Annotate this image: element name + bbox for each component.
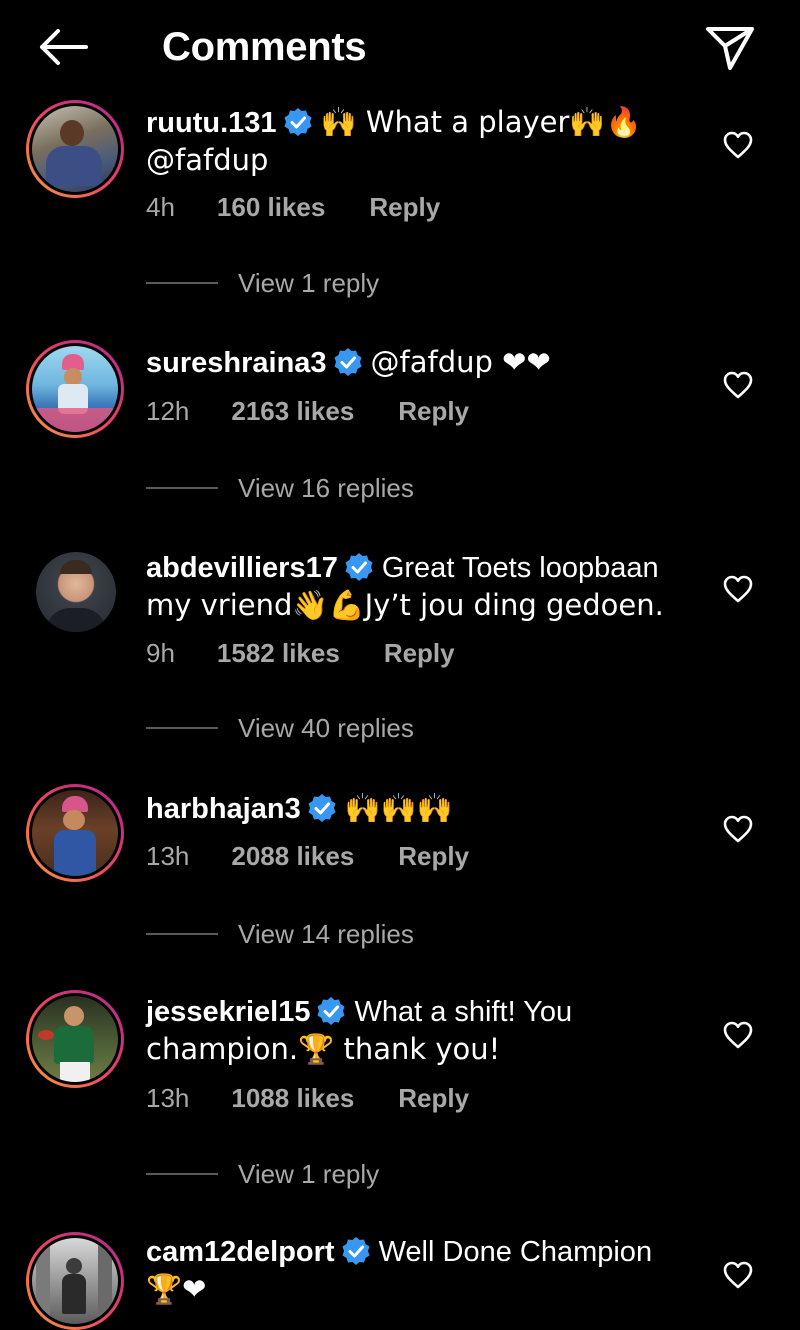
comment-text: 🙌 What a player🙌🔥: [320, 105, 642, 139]
heart-icon[interactable]: [722, 1020, 754, 1050]
view-replies-button[interactable]: View 16 replies: [146, 471, 414, 505]
paper-plane-icon: [706, 27, 754, 70]
replies-divider-line: [146, 933, 218, 935]
comment-text: 🙌🙌🙌: [344, 791, 454, 825]
comment-text-continued: my vriend👋💪Jy’t jou ding gedoen.: [146, 588, 664, 622]
comment-text: Great Toets loopbaan: [381, 552, 659, 584]
comment-meta: 4h 160 likes Reply: [146, 190, 440, 224]
avatar: [32, 1238, 118, 1324]
replies-divider-line: [146, 727, 218, 729]
comment-meta: 12h 2163 likes Reply: [146, 394, 469, 428]
page-title: Comments: [162, 25, 367, 69]
reply-button[interactable]: Reply: [384, 636, 455, 670]
view-replies-button[interactable]: View 1 reply: [146, 266, 379, 300]
heart-icon[interactable]: [722, 370, 754, 400]
view-replies-label: View 1 reply: [238, 267, 380, 298]
share-button[interactable]: [700, 20, 760, 76]
comment-username[interactable]: sureshraina3: [146, 347, 327, 379]
comment-username[interactable]: ruutu.131: [146, 107, 277, 139]
comment-meta: 13h 1088 likes Reply: [146, 1081, 469, 1115]
comment-text: What a shift! You: [354, 996, 573, 1028]
verified-badge-icon: [342, 1237, 370, 1265]
header-bar: Comments: [0, 0, 800, 96]
comment-body: ruutu.131 🙌 What a player🙌🔥 @fafdup: [146, 104, 706, 180]
comment-body: abdevilliers17 Great Toets loopbaan my vr…: [146, 550, 706, 625]
verified-badge-icon: [334, 348, 362, 376]
replies-divider-line: [146, 487, 218, 489]
comment-time: 4h: [146, 192, 175, 222]
avatar: [32, 790, 118, 876]
view-replies-button[interactable]: View 40 replies: [146, 711, 414, 745]
comment-body: harbhajan3 🙌🙌🙌: [146, 790, 706, 828]
reply-button[interactable]: Reply: [398, 1081, 469, 1115]
heart-icon[interactable]: [722, 814, 754, 844]
comment-username[interactable]: jessekriel15: [146, 996, 310, 1028]
comment-likes[interactable]: 160 likes: [217, 190, 325, 224]
avatar[interactable]: [36, 552, 116, 632]
comment-text-continued: champion.🏆 thank you!: [146, 1032, 501, 1066]
back-button[interactable]: [30, 22, 94, 72]
comment-text-continued: @fafdup: [146, 143, 269, 177]
view-replies-button[interactable]: View 14 replies: [146, 917, 414, 951]
verified-badge-icon: [308, 794, 336, 822]
view-replies-label: View 14 replies: [238, 918, 414, 949]
avatar: [32, 346, 118, 432]
view-replies-button[interactable]: View 1 reply: [146, 1157, 379, 1191]
view-replies-label: View 1 reply: [238, 1158, 380, 1189]
comment-body: jessekriel15 What a shift! You champion.🏆…: [146, 994, 706, 1069]
comment-likes[interactable]: 1088 likes: [231, 1081, 354, 1115]
comment-username[interactable]: harbhajan3: [146, 793, 301, 825]
avatar-story-ring[interactable]: [26, 100, 124, 198]
comment-time: 13h: [146, 1083, 190, 1113]
verified-badge-icon: [317, 997, 345, 1025]
heart-icon[interactable]: [722, 574, 754, 604]
comment-body: cam12delport Well Done Champion 🏆❤: [146, 1234, 706, 1309]
comment-text: @fafdup ❤❤: [370, 345, 551, 379]
view-replies-label: View 40 replies: [238, 712, 414, 743]
comment-likes[interactable]: 1582 likes: [217, 636, 340, 670]
replies-divider-line: [146, 1173, 218, 1175]
comment-text: Well Done Champion: [378, 1236, 653, 1268]
comment-body: sureshraina3 @fafdup ❤❤: [146, 344, 706, 382]
comment-likes[interactable]: 2088 likes: [231, 839, 354, 873]
view-replies-label: View 16 replies: [238, 472, 414, 503]
avatar-story-ring[interactable]: [26, 1232, 124, 1330]
avatar: [32, 996, 118, 1082]
comment-likes[interactable]: 2163 likes: [231, 394, 354, 428]
comment-username[interactable]: cam12delport: [146, 1236, 335, 1268]
comment-meta: 9h 1582 likes Reply: [146, 636, 455, 670]
arrow-left-icon: [40, 29, 88, 65]
avatar: [32, 106, 118, 192]
reply-button[interactable]: Reply: [398, 394, 469, 428]
reply-button[interactable]: Reply: [369, 190, 440, 224]
comment-meta: 13h 2088 likes Reply: [146, 839, 469, 873]
comment-username[interactable]: abdevilliers17: [146, 552, 338, 584]
avatar-story-ring[interactable]: [26, 784, 124, 882]
avatar-story-ring[interactable]: [26, 340, 124, 438]
reply-button[interactable]: Reply: [398, 839, 469, 873]
heart-icon[interactable]: [722, 130, 754, 160]
avatar-story-ring[interactable]: [26, 990, 124, 1088]
comment-text-continued: 🏆❤: [146, 1272, 207, 1306]
comment-time: 9h: [146, 638, 175, 668]
comment-time: 12h: [146, 396, 190, 426]
comment-time: 13h: [146, 841, 190, 871]
replies-divider-line: [146, 282, 218, 284]
verified-badge-icon: [284, 108, 312, 136]
heart-icon[interactable]: [722, 1260, 754, 1290]
verified-badge-icon: [345, 553, 373, 581]
